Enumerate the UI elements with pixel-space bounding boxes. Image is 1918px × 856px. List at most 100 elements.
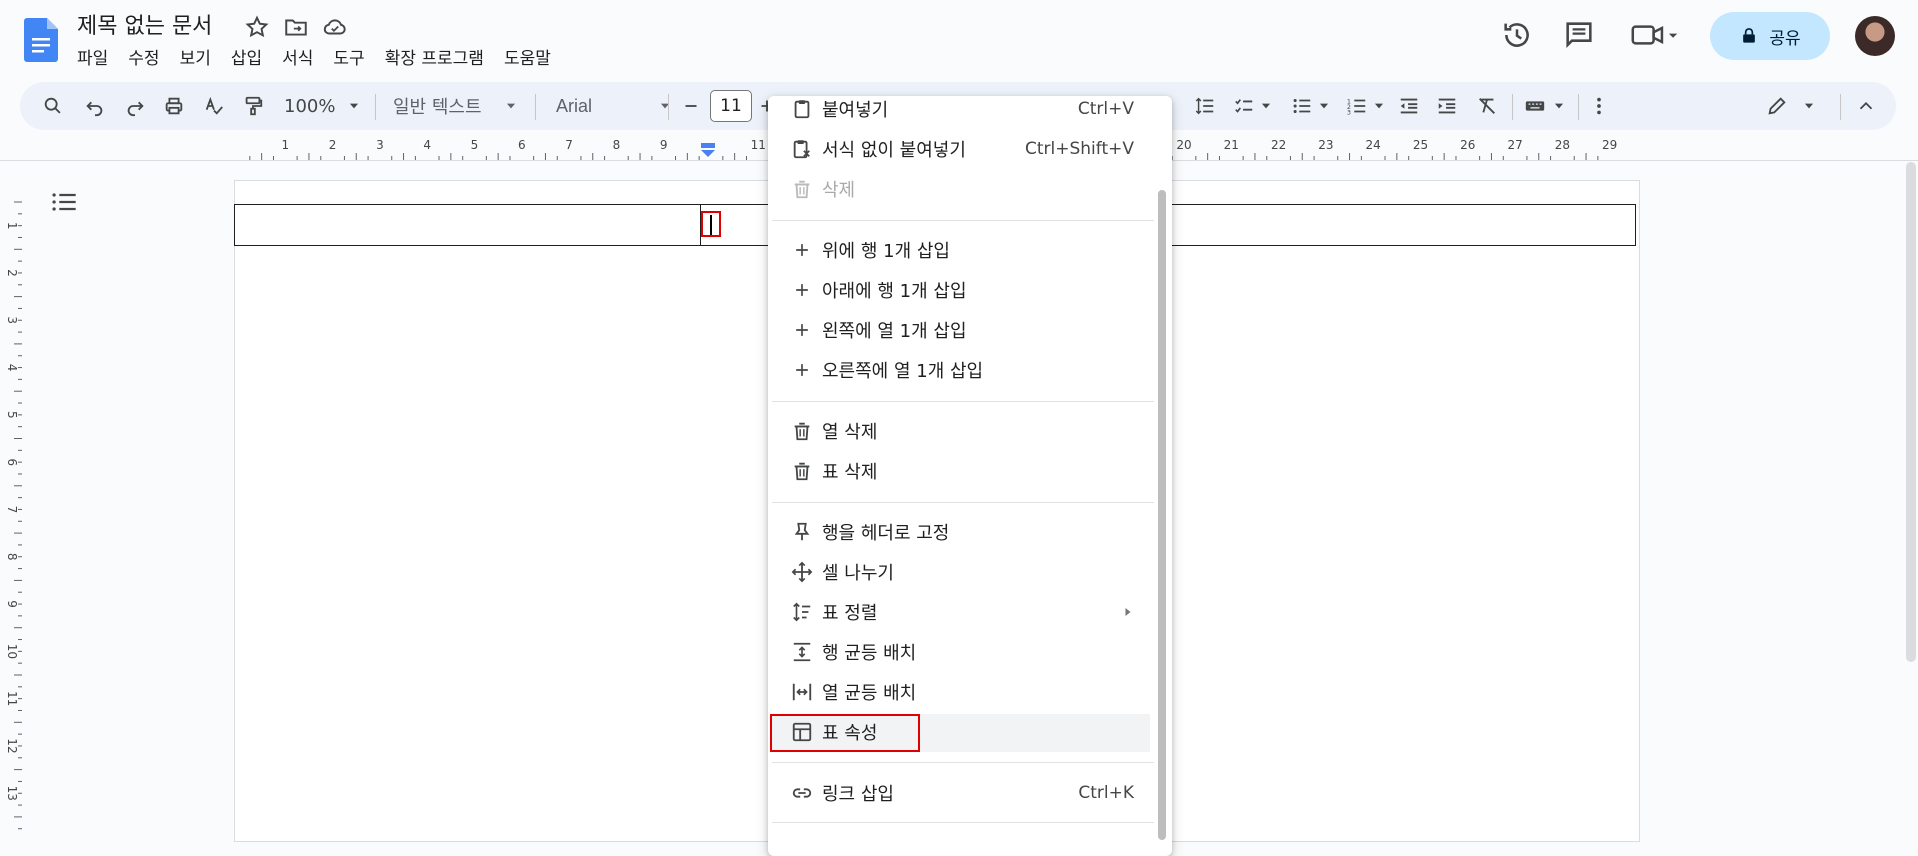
indent-marker-icon[interactable]: [700, 142, 716, 158]
toolbar-divider: [1512, 94, 1513, 120]
more-options-icon[interactable]: [1588, 94, 1610, 118]
share-button[interactable]: 공유: [1710, 12, 1830, 60]
move-folder-icon[interactable]: [283, 14, 309, 40]
cursor-highlight-box: [701, 211, 721, 237]
vruler-label: 2: [5, 269, 19, 277]
menu-view[interactable]: 보기: [180, 44, 221, 69]
plus-icon: [790, 278, 814, 302]
menu-item-label: 붙여넣기: [822, 100, 889, 121]
version-history-icon[interactable]: [1500, 18, 1534, 52]
docs-logo-icon[interactable]: [24, 18, 58, 62]
increase-indent-icon[interactable]: [1436, 94, 1458, 118]
spellcheck-icon[interactable]: [203, 94, 225, 118]
context-menu-scrollbar[interactable]: [1158, 190, 1166, 840]
menu-item-distribute-columns[interactable]: 열 균등 배치: [772, 674, 1154, 710]
menu-item-label: 삭제: [822, 180, 856, 201]
menu-item-sort-table[interactable]: 표 정렬: [772, 594, 1154, 630]
search-menus-icon[interactable]: [42, 94, 64, 118]
vruler-label: 13: [5, 786, 19, 801]
menu-item-label: 셀 나누기: [822, 563, 894, 584]
menu-separator: [772, 762, 1154, 763]
plus-icon: [790, 238, 814, 262]
menu-item-insert-column-right[interactable]: 오른쪽에 열 1개 삽입: [772, 352, 1154, 388]
menu-format[interactable]: 서식: [282, 44, 323, 69]
menu-separator: [772, 401, 1154, 402]
checklist-icon[interactable]: [1233, 94, 1273, 118]
menu-item-paste-without-formatting[interactable]: 서식 없이 붙여넣기 Ctrl+Shift+V: [772, 131, 1154, 167]
redo-icon[interactable]: [124, 94, 146, 118]
bulleted-list-icon[interactable]: [1291, 94, 1331, 118]
sort-icon: [790, 600, 814, 624]
meet-icon[interactable]: [1630, 18, 1680, 52]
zoom-value: 100%: [284, 95, 336, 117]
cloud-saved-icon[interactable]: [322, 14, 348, 40]
paint-format-icon[interactable]: [242, 94, 264, 118]
menu-extensions[interactable]: 확장 프로그램: [385, 44, 494, 69]
clipboard-format-icon: [790, 137, 814, 161]
ruler-label: 25: [1413, 140, 1428, 152]
star-icon[interactable]: [244, 14, 270, 40]
svg-text:3: 3: [1347, 108, 1351, 116]
menu-item-delete-column[interactable]: 열 삭제: [772, 413, 1154, 449]
document-outline-icon[interactable]: [50, 188, 78, 216]
editing-mode-icon[interactable]: [1766, 94, 1816, 118]
avatar[interactable]: [1855, 16, 1895, 56]
page-scrollbar[interactable]: [1906, 162, 1916, 662]
comments-icon[interactable]: [1562, 18, 1596, 52]
hide-menus-icon[interactable]: [1855, 94, 1877, 118]
ruler-label: 8: [613, 140, 621, 152]
font-size-input[interactable]: 11: [710, 90, 752, 122]
toolbar-divider: [668, 94, 669, 120]
vertical-ruler[interactable]: 1 2 3 4 5 6 7 8 9 10 11 12 13: [0, 162, 24, 833]
menu-item-shortcut: Ctrl+Shift+V: [1024, 139, 1134, 159]
menu-item-delete-table[interactable]: 표 삭제: [772, 453, 1154, 489]
ruler-label: 2: [329, 140, 337, 152]
menu-item-distribute-rows[interactable]: 행 균등 배치: [772, 634, 1154, 670]
line-spacing-icon[interactable]: [1194, 94, 1216, 118]
doc-title[interactable]: 제목 없는 문서: [77, 8, 212, 40]
menu-item-label: 아래에 행 1개 삽입: [822, 281, 967, 302]
ruler-label: 29: [1602, 140, 1617, 152]
vruler-label: 6: [5, 458, 19, 466]
menu-item-pin-header-row[interactable]: 행을 헤더로 고정: [772, 514, 1154, 550]
menu-file[interactable]: 파일: [77, 44, 118, 69]
menu-item-label: 표 삭제: [822, 462, 878, 483]
print-icon[interactable]: [163, 94, 185, 118]
menu-item-insert-row-above[interactable]: 위에 행 1개 삽입: [772, 232, 1154, 268]
menu-separator: [772, 502, 1154, 503]
menu-separator: [772, 220, 1154, 221]
decrease-font-size-icon[interactable]: [680, 94, 702, 118]
input-tools-icon[interactable]: [1524, 94, 1566, 118]
style-select[interactable]: 일반 텍스트: [393, 94, 518, 118]
zoom-select[interactable]: 100%: [284, 94, 361, 118]
ruler-label: 28: [1555, 140, 1570, 152]
table-properties-highlight-box: [770, 714, 920, 752]
pin-icon: [790, 520, 814, 544]
menu-item-paste[interactable]: 붙여넣기 Ctrl+V: [772, 91, 1154, 127]
undo-icon[interactable]: [84, 94, 106, 118]
menu-item-split-cell[interactable]: 셀 나누기: [772, 554, 1154, 590]
menu-tools[interactable]: 도구: [333, 44, 374, 69]
menu-help[interactable]: 도움말: [504, 44, 561, 69]
numbered-list-icon[interactable]: 123: [1346, 94, 1386, 118]
vruler-label: 12: [5, 738, 19, 753]
menu-item-label: 링크 삽입: [822, 784, 894, 805]
toolbar-divider: [1578, 94, 1579, 120]
ruler-label: 21: [1224, 140, 1239, 152]
ruler-label: 22: [1271, 140, 1286, 152]
font-select[interactable]: Arial: [556, 94, 672, 118]
menu-item-insert-column-left[interactable]: 왼쪽에 열 1개 삽입: [772, 312, 1154, 348]
lock-icon: [1739, 26, 1759, 46]
menu-insert[interactable]: 삽입: [231, 44, 272, 69]
vruler-label: 10: [5, 644, 19, 659]
vruler-label: 7: [5, 506, 19, 514]
menu-edit[interactable]: 수정: [128, 44, 169, 69]
menu-item-label: 행을 헤더로 고정: [822, 523, 950, 544]
menu-item-shortcut: Ctrl+K: [1078, 783, 1134, 803]
clear-formatting-icon[interactable]: [1476, 94, 1498, 118]
trash-icon: [790, 459, 814, 483]
menu-item-label: 열 삭제: [822, 422, 878, 443]
menu-item-insert-row-below[interactable]: 아래에 행 1개 삽입: [772, 272, 1154, 308]
menu-item-insert-link[interactable]: 링크 삽입 Ctrl+K: [772, 775, 1154, 811]
decrease-indent-icon[interactable]: [1398, 94, 1420, 118]
